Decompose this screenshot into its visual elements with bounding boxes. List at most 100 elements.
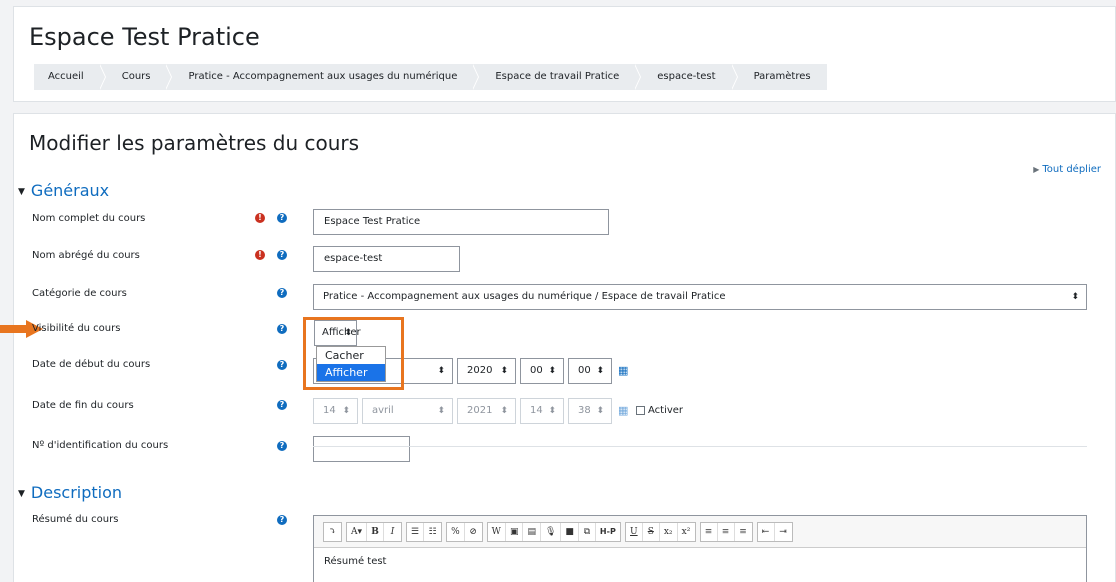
exclamation-icon[interactable]: ! <box>255 250 265 260</box>
italic-button[interactable]: I <box>384 523 401 541</box>
unlink-button[interactable]: ⊘ <box>465 523 482 541</box>
bold-button[interactable]: B <box>367 522 385 541</box>
caret-down-icon: ▼ <box>18 187 25 197</box>
summary-label: Résumé du cours <box>32 514 119 525</box>
visibility-option-hide[interactable]: Cacher <box>317 347 385 364</box>
breadcrumb-item-courses[interactable]: Cours <box>99 64 173 90</box>
startdate-minute-value: 00 <box>578 365 591 376</box>
startdate-label: Date de début du cours <box>32 359 151 370</box>
startdate-year-value: 2020 <box>467 365 493 376</box>
fullname-label: Nom complet du cours <box>32 213 146 224</box>
toolbar-group: ⇤ ⇥ <box>756 521 793 542</box>
section-description-toggle[interactable]: ▼ Description <box>18 483 122 502</box>
link-button[interactable]: % <box>447 522 465 541</box>
startdate-hour-value: 00 <box>530 365 543 376</box>
course-settings-form: Modifier les paramètres du cours ▶ Tout d… <box>13 113 1116 582</box>
calendar-icon[interactable]: ▦ <box>618 404 628 417</box>
enddate-month-select[interactable]: avril ⬍ <box>362 398 453 424</box>
enddate-day-select[interactable]: 14 ⬍ <box>313 398 358 424</box>
select-arrow-icon: ⬍ <box>548 406 556 416</box>
toolbar-group: U S x₂ x² <box>624 521 696 542</box>
record-video-button[interactable]: ■ <box>561 522 579 541</box>
section-divider <box>313 446 1087 447</box>
breadcrumb: Accueil Cours Pratice - Accompagnement a… <box>34 64 827 90</box>
breadcrumb-item-settings[interactable]: Paramètres <box>731 64 827 90</box>
enddate-year-select[interactable]: 2021 ⬍ <box>457 398 516 424</box>
enddate-month-value: avril <box>372 405 394 416</box>
shortname-input[interactable]: espace-test <box>313 246 460 272</box>
section-general-toggle[interactable]: ▼ Généraux <box>18 181 109 200</box>
h5p-button[interactable]: H-P <box>596 523 620 541</box>
breadcrumb-item-subcategory[interactable]: Espace de travail Pratice <box>472 64 642 90</box>
summary-editor[interactable]: ⤵ A▾ B I ☰ ☷ % ⊘ W ▣ ▤ 🎙 ■ ⧉ H-P U S x₂ … <box>313 515 1087 582</box>
editor-content[interactable]: Résumé test <box>314 548 1086 575</box>
shortname-label: Nom abrégé du cours <box>32 250 140 261</box>
enddate-hour-select[interactable]: 14 ⬍ <box>520 398 564 424</box>
question-icon[interactable]: ? <box>277 288 287 298</box>
select-arrow-icon: ⬍ <box>596 366 604 376</box>
toolbar-group: ⤵ <box>323 521 342 542</box>
form-title: Modifier les paramètres du cours <box>29 131 360 155</box>
visibility-option-show[interactable]: Afficher <box>317 364 385 381</box>
section-general-title: Généraux <box>30 181 110 200</box>
fullname-input[interactable]: Espace Test Pratice <box>313 209 609 235</box>
question-icon[interactable]: ? <box>277 515 287 525</box>
subscript-button[interactable]: x₂ <box>660 522 678 541</box>
select-arrow-icon: ⬍ <box>548 366 556 376</box>
select-arrow-icon: ⬍ <box>596 406 604 416</box>
select-arrow-icon: ⬍ <box>1071 292 1079 302</box>
unordered-list-button[interactable]: ☰ <box>407 522 425 541</box>
page-title: Espace Test Pratice <box>29 23 260 51</box>
startdate-minute-select[interactable]: 00 ⬍ <box>568 358 612 384</box>
startdate-year-select[interactable]: 2020 ⬍ <box>457 358 516 384</box>
align-right-button[interactable]: ≡ <box>735 523 752 541</box>
calendar-icon[interactable]: ▦ <box>618 364 628 377</box>
idnumber-label: Nº d'identification du cours <box>32 440 169 451</box>
enddate-label: Date de fin du cours <box>32 400 134 411</box>
section-description-title: Description <box>30 483 123 502</box>
outdent-button[interactable]: ⇤ <box>758 522 775 541</box>
startdate-hour-select[interactable]: 00 ⬍ <box>520 358 564 384</box>
media-button[interactable]: ▤ <box>523 522 541 541</box>
enddate-year-value: 2021 <box>467 405 493 416</box>
superscript-button[interactable]: x² <box>678 523 695 541</box>
checkbox-icon[interactable] <box>636 406 645 415</box>
enddate-enable-checkbox[interactable]: Activer <box>636 405 683 416</box>
underline-button[interactable]: U <box>626 522 643 541</box>
page-header: Espace Test Pratice Accueil Cours Pratic… <box>13 6 1116 102</box>
question-icon[interactable]: ? <box>277 250 287 260</box>
question-icon[interactable]: ? <box>277 324 287 334</box>
indent-button[interactable]: ⇥ <box>775 523 792 541</box>
record-audio-button[interactable]: 🎙 <box>541 522 562 541</box>
editor-toolbar: ⤵ A▾ B I ☰ ☷ % ⊘ W ▣ ▤ 🎙 ■ ⧉ H-P U S x₂ … <box>314 516 1086 548</box>
exclamation-icon[interactable]: ! <box>255 213 265 223</box>
toolbar-group: ☰ ☷ <box>406 521 443 542</box>
paragraph-style-button[interactable]: A▾ <box>347 522 368 541</box>
strikethrough-button[interactable]: S <box>643 522 660 541</box>
word-paste-button[interactable]: W <box>488 522 506 541</box>
align-center-button[interactable]: ≡ <box>718 522 735 541</box>
enddate-minute-select[interactable]: 38 ⬍ <box>568 398 612 424</box>
align-left-button[interactable]: ≡ <box>701 522 718 541</box>
enddate-enable-label: Activer <box>648 405 684 416</box>
select-arrow-icon: ⬍ <box>437 366 445 376</box>
question-icon[interactable]: ? <box>277 441 287 451</box>
ordered-list-button[interactable]: ☷ <box>424 523 441 541</box>
breadcrumb-item-category[interactable]: Pratice - Accompagnement aux usages du n… <box>165 64 480 90</box>
manage-files-button[interactable]: ⧉ <box>579 522 596 541</box>
toolbar-group: ≡ ≡ ≡ <box>699 521 753 542</box>
image-button[interactable]: ▣ <box>506 522 524 541</box>
enddate-minute-value: 38 <box>578 405 591 416</box>
visibility-label: Visibilité du cours <box>32 323 121 334</box>
idnumber-input[interactable] <box>313 436 410 462</box>
question-icon[interactable]: ? <box>277 400 287 410</box>
breadcrumb-item-home[interactable]: Accueil <box>34 64 106 90</box>
category-select-value: Pratice - Accompagnement aux usages du n… <box>323 291 726 302</box>
category-select[interactable]: Pratice - Accompagnement aux usages du n… <box>313 284 1087 310</box>
breadcrumb-item-course[interactable]: espace-test <box>634 64 738 90</box>
question-icon[interactable]: ? <box>277 213 287 223</box>
question-icon[interactable]: ? <box>277 360 287 370</box>
select-arrow-icon: ⬍ <box>500 366 508 376</box>
toolbar-toggle-button[interactable]: ⤵ <box>324 523 341 541</box>
expand-all-link[interactable]: ▶ Tout déplier <box>1033 164 1101 175</box>
